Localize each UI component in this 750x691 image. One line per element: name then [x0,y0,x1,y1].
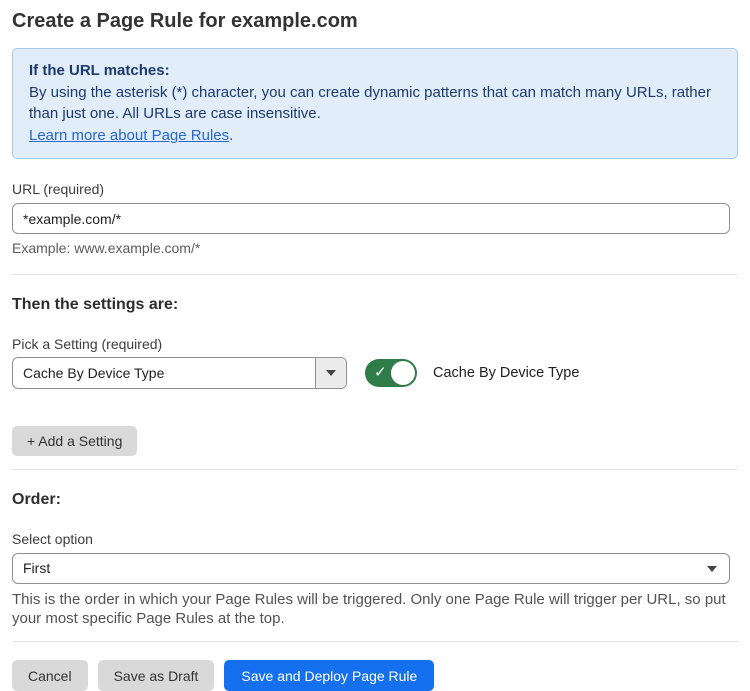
url-input[interactable] [12,203,730,234]
setting-toggle[interactable]: ✓ [365,359,417,387]
page-title: Create a Page Rule for example.com [12,9,738,33]
url-example-hint: Example: www.example.com/* [12,240,738,257]
learn-more-link[interactable]: Learn more about Page Rules [29,127,229,144]
order-help-text: This is the order in which your Page Rul… [12,590,738,628]
setting-dropdown[interactable]: Cache By Device Type [12,357,347,389]
check-icon: ✓ [374,365,387,380]
divider [12,469,738,470]
setting-row: Cache By Device Type ✓ Cache By Device T… [12,357,738,389]
divider [12,274,738,275]
order-select[interactable]: First [12,553,730,584]
dropdown-arrow-button[interactable] [315,358,346,388]
settings-section-heading: Then the settings are: [12,295,738,314]
order-select-label: Select option [12,531,738,548]
url-field-label: URL (required) [12,181,738,198]
footer-actions: Cancel Save as Draft Save and Deploy Pag… [12,660,738,691]
add-setting-button[interactable]: + Add a Setting [12,426,137,456]
url-match-info-box: If the URL matches: By using the asteris… [12,48,738,159]
link-period: . [229,127,233,144]
toggle-knob [391,361,415,385]
setting-dropdown-value: Cache By Device Type [13,358,315,388]
page-rule-form: Create a Page Rule for example.com If th… [0,0,750,691]
chevron-down-icon [707,566,717,572]
setting-toggle-label: Cache By Device Type [433,365,579,381]
order-select-value: First [13,554,729,583]
cancel-button[interactable]: Cancel [12,660,88,691]
chevron-down-icon [326,370,336,376]
divider [12,641,738,642]
info-box-body: By using the asterisk (*) character, you… [29,82,721,125]
save-and-deploy-button[interactable]: Save and Deploy Page Rule [224,660,434,691]
setting-picker-label: Pick a Setting (required) [12,336,738,353]
info-box-heading: If the URL matches: [29,60,721,82]
order-section-heading: Order: [12,490,738,509]
save-as-draft-button[interactable]: Save as Draft [98,660,215,691]
info-box-link-line: Learn more about Page Rules. [29,125,721,147]
